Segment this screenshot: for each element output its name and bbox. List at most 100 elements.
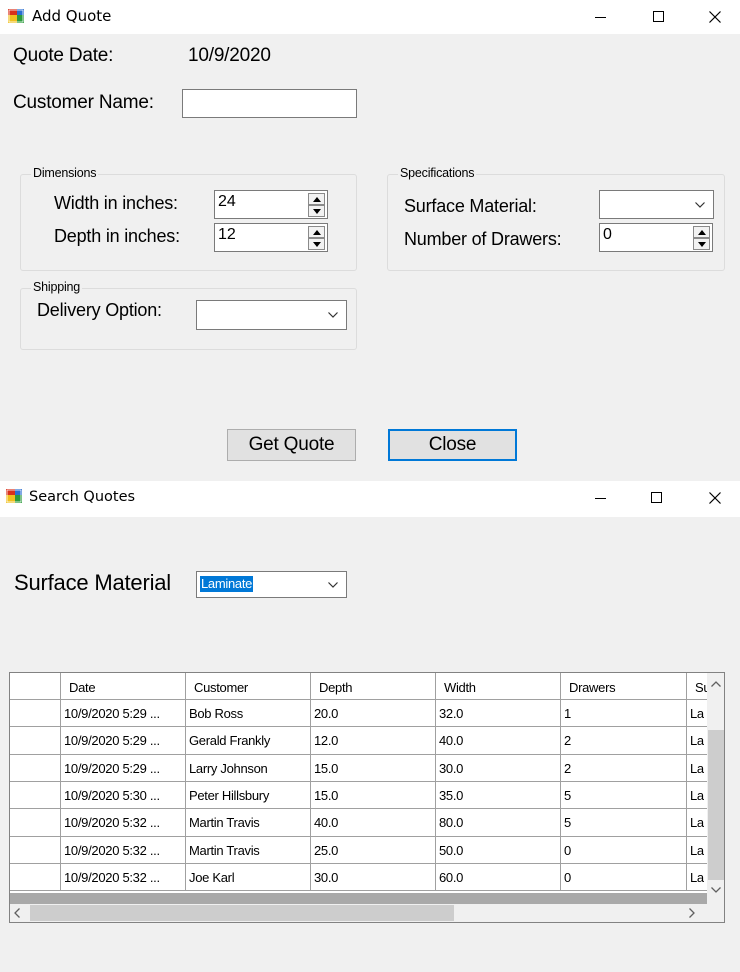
vertical-scroll-thumb[interactable] <box>708 730 724 880</box>
table-cell[interactable]: 0 <box>564 843 684 858</box>
table-cell[interactable]: 60.0 <box>439 870 558 885</box>
table-cell[interactable]: La <box>690 870 704 885</box>
table-cell[interactable]: 25.0 <box>314 843 433 858</box>
table-cell[interactable]: 5 <box>564 815 684 830</box>
width-stepper[interactable]: 24 <box>214 190 328 219</box>
table-cell[interactable]: 40.0 <box>314 815 433 830</box>
minimize-icon <box>595 17 606 18</box>
grid-row-divider <box>10 862 707 864</box>
row-header[interactable] <box>10 781 60 808</box>
width-down-button[interactable] <box>308 205 325 217</box>
horizontal-scrollbar[interactable] <box>10 904 707 922</box>
row-header[interactable] <box>10 808 60 835</box>
table-cell[interactable]: Martin Travis <box>189 815 308 830</box>
minimize-button[interactable] <box>578 0 624 34</box>
search-quotes-titlebar[interactable]: Search Quotes <box>0 481 740 517</box>
surface-material-select[interactable] <box>599 190 714 219</box>
vertical-scrollbar[interactable] <box>707 673 724 905</box>
row-header[interactable] <box>10 863 60 890</box>
drawers-stepper[interactable]: 0 <box>599 223 713 252</box>
table-cell[interactable]: 1 <box>564 706 684 721</box>
table-cell[interactable]: La <box>690 843 704 858</box>
selected-value: Laminate <box>200 576 254 592</box>
depth-value: 12 <box>218 226 236 243</box>
table-cell[interactable]: 30.0 <box>439 761 558 776</box>
close-window-button[interactable] <box>692 481 738 515</box>
table-cell[interactable]: 10/9/2020 5:32 ... <box>64 843 183 858</box>
column-header[interactable]: Customer <box>194 680 309 695</box>
scroll-down-icon[interactable] <box>711 887 721 893</box>
close-window-button[interactable] <box>692 0 738 34</box>
scroll-corner <box>707 904 724 922</box>
table-cell[interactable]: La <box>690 706 704 721</box>
table-cell[interactable]: 10/9/2020 5:29 ... <box>64 733 183 748</box>
table-cell[interactable]: 35.0 <box>439 788 558 803</box>
column-header[interactable]: Width <box>444 680 559 695</box>
scroll-up-icon[interactable] <box>711 681 721 687</box>
quote-date-label: Quote Date: <box>13 45 114 66</box>
drawers-spin-buttons[interactable] <box>693 226 710 250</box>
row-header[interactable] <box>10 699 60 726</box>
column-header[interactable]: Date <box>69 680 184 695</box>
drawers-down-button[interactable] <box>693 238 710 250</box>
table-cell[interactable]: 15.0 <box>314 788 433 803</box>
table-cell[interactable]: 40.0 <box>439 733 558 748</box>
table-cell[interactable]: 15.0 <box>314 761 433 776</box>
grid-row-divider <box>10 780 707 782</box>
width-spin-buttons[interactable] <box>308 193 325 217</box>
table-cell[interactable]: 10/9/2020 5:32 ... <box>64 870 183 885</box>
table-cell[interactable]: Larry Johnson <box>189 761 308 776</box>
table-cell[interactable]: Bob Ross <box>189 706 308 721</box>
table-cell[interactable]: Martin Travis <box>189 843 308 858</box>
table-cell[interactable]: Gerald Frankly <box>189 733 308 748</box>
table-cell[interactable]: 10/9/2020 5:30 ... <box>64 788 183 803</box>
delivery-option-select[interactable] <box>196 300 347 330</box>
scroll-left-icon[interactable] <box>14 908 20 918</box>
table-cell[interactable]: Peter Hillsbury <box>189 788 308 803</box>
table-cell[interactable]: La <box>690 733 704 748</box>
minimize-button[interactable] <box>578 481 624 515</box>
table-cell[interactable]: 80.0 <box>439 815 558 830</box>
table-cell[interactable]: 0 <box>564 870 684 885</box>
get-quote-button[interactable]: Get Quote <box>227 429 356 461</box>
surface-material-label: Surface Material: <box>404 196 537 216</box>
table-cell[interactable]: 12.0 <box>314 733 433 748</box>
width-up-button[interactable] <box>308 193 325 205</box>
minimize-icon <box>595 498 606 499</box>
depth-stepper[interactable]: 12 <box>214 223 328 252</box>
row-header[interactable] <box>10 836 60 863</box>
drawers-up-button[interactable] <box>693 226 710 238</box>
table-cell[interactable]: 10/9/2020 5:29 ... <box>64 706 183 721</box>
quotes-grid[interactable]: Date Customer Depth Width Drawers Su 10/9/2020… <box>9 672 725 923</box>
table-cell[interactable]: 2 <box>564 761 684 776</box>
row-header[interactable] <box>10 754 60 781</box>
table-cell[interactable]: La <box>690 761 704 776</box>
table-cell[interactable]: 20.0 <box>314 706 433 721</box>
table-cell[interactable]: 10/9/2020 5:32 ... <box>64 815 183 830</box>
spin-down-icon <box>313 209 321 214</box>
table-cell[interactable]: La <box>690 788 704 803</box>
close-button[interactable]: Close <box>388 429 517 461</box>
table-cell[interactable]: 10/9/2020 5:29 ... <box>64 761 183 776</box>
maximize-button[interactable] <box>634 481 680 515</box>
scroll-right-icon[interactable] <box>689 908 695 918</box>
table-cell[interactable]: 50.0 <box>439 843 558 858</box>
table-cell[interactable]: 30.0 <box>314 870 433 885</box>
horizontal-scroll-thumb[interactable] <box>30 905 454 921</box>
add-quote-titlebar[interactable]: Add Quote <box>0 0 740 34</box>
table-cell[interactable]: 5 <box>564 788 684 803</box>
table-cell[interactable]: La <box>690 815 704 830</box>
maximize-button[interactable] <box>636 0 682 34</box>
surface-material-filter-select[interactable]: Laminate <box>196 571 347 598</box>
column-header[interactable]: Drawers <box>569 680 685 695</box>
customer-name-input[interactable] <box>182 89 357 118</box>
depth-up-button[interactable] <box>308 226 325 238</box>
column-header[interactable]: Depth <box>319 680 434 695</box>
table-cell[interactable]: 32.0 <box>439 706 558 721</box>
depth-spin-buttons[interactable] <box>308 226 325 250</box>
table-cell[interactable]: 2 <box>564 733 684 748</box>
row-header[interactable] <box>10 726 60 753</box>
table-cell[interactable]: Joe Karl <box>189 870 308 885</box>
drawers-value: 0 <box>603 226 612 243</box>
depth-down-button[interactable] <box>308 238 325 250</box>
